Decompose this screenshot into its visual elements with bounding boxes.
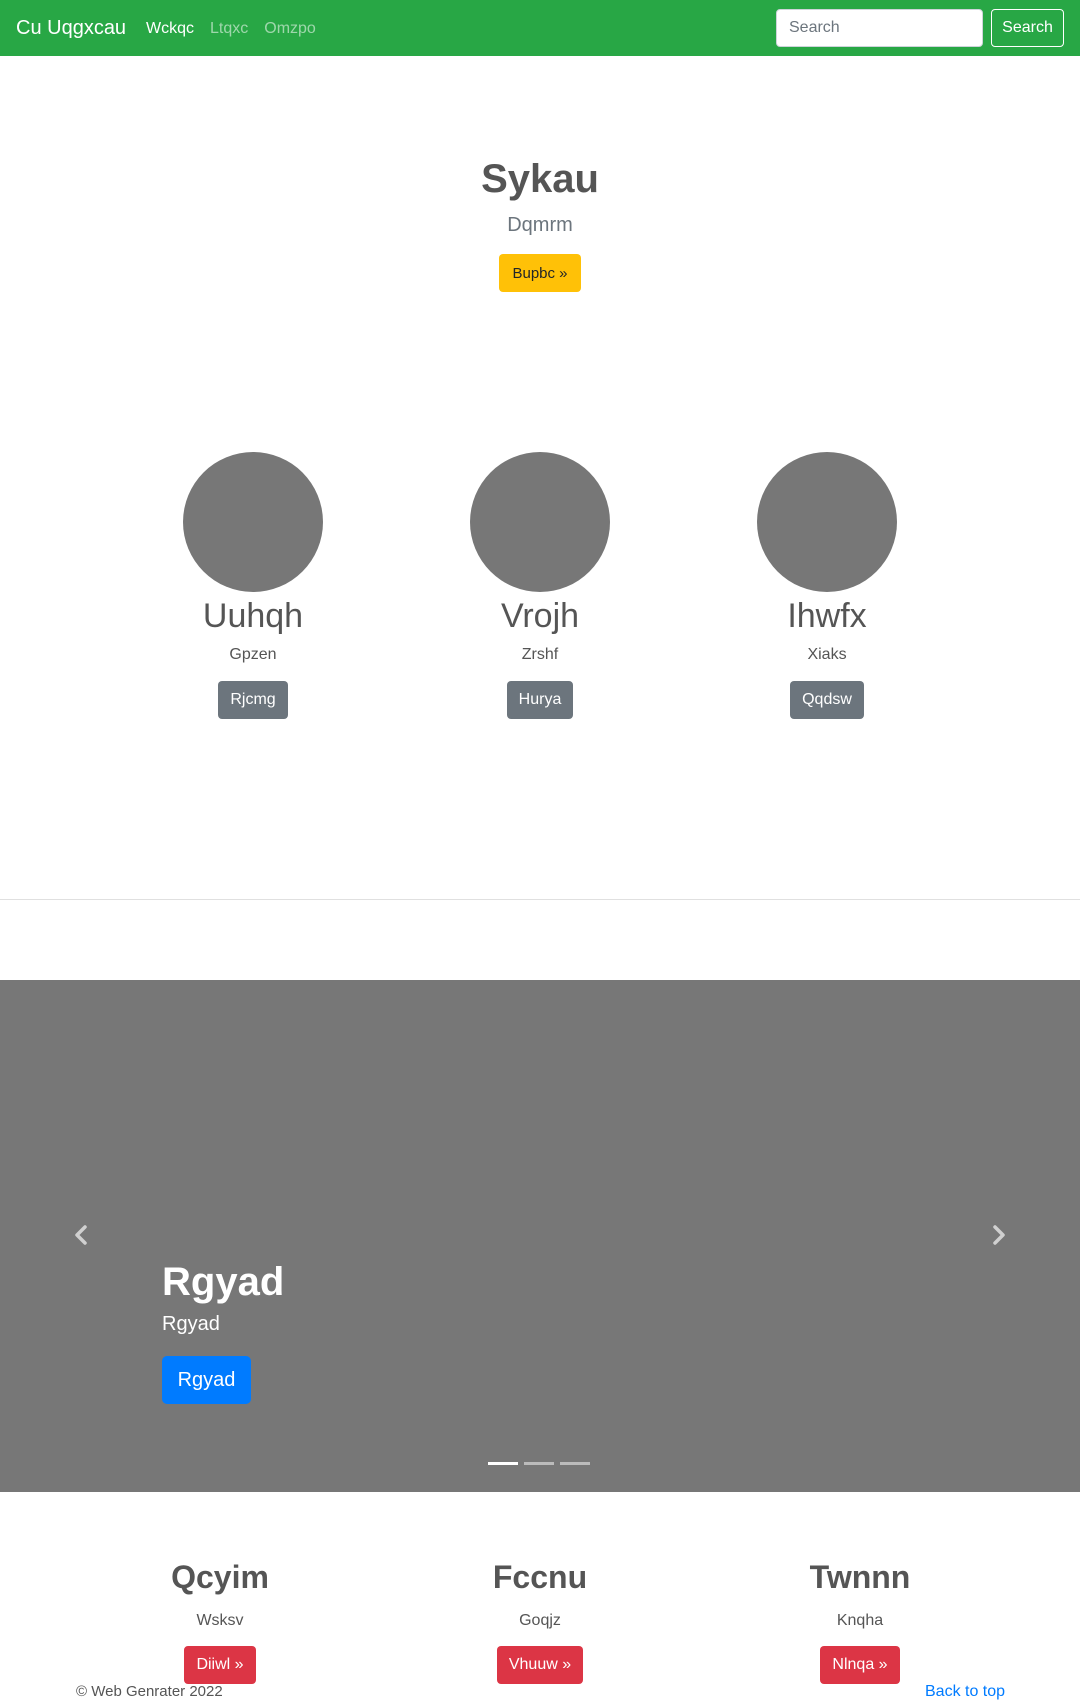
feature-card: Uuhqh Gpzen Rjcmg <box>133 452 373 719</box>
carousel-indicator-1[interactable] <box>488 1462 518 1465</box>
navbar-brand[interactable]: Cu Uqgxcau <box>16 15 126 41</box>
column-title: Qcyim <box>171 1559 269 1595</box>
carousel-title: Rgyad <box>162 1260 285 1304</box>
column-button[interactable]: Vhuuw » <box>496 1646 584 1684</box>
column-text: Wsksv <box>196 1612 244 1629</box>
nav-link-omzpo[interactable]: Omzpo <box>264 18 316 40</box>
hero-button[interactable]: Bupbc » <box>499 254 581 292</box>
nav-link-wckqc[interactable]: Wckqc <box>146 18 194 40</box>
search-button[interactable]: Search <box>991 9 1064 47</box>
column-card: Qcyim Wsksv Diiwl » <box>80 1558 360 1684</box>
feature-button[interactable]: Qqdsw <box>790 681 864 719</box>
column-text: Goqjz <box>519 1612 561 1629</box>
feature-button[interactable]: Hurya <box>506 681 574 719</box>
column-title: Fccnu <box>492 1559 588 1595</box>
carousel-indicators <box>488 1462 590 1465</box>
carousel: Rgyad Rgyad Rgyad <box>0 980 1080 1492</box>
column-text: Knqha <box>836 1612 884 1629</box>
nav-link-ltqxc[interactable]: Ltqxc <box>210 18 248 40</box>
column-card: Twnnn Knqha Nlnqa » <box>720 1558 1000 1684</box>
nav-links: Wckqc Ltqxc Omzpo <box>146 18 316 40</box>
feature-image <box>470 452 610 592</box>
feature-card: Ihwfx Xiaks Qqdsw <box>707 452 947 719</box>
feature-text: Gpzen <box>229 646 277 663</box>
column-button[interactable]: Diiwl » <box>184 1646 256 1684</box>
feature-image <box>183 452 323 592</box>
feature-title: Ihwfx <box>787 597 867 635</box>
column-button[interactable]: Nlnqa » <box>820 1646 900 1684</box>
navbar: Cu Uqgxcau Wckqc Ltqxc Omzpo Search <box>0 0 1080 56</box>
section-divider <box>0 899 1080 900</box>
feature-image <box>757 452 897 592</box>
chevron-right-icon[interactable] <box>984 1220 1014 1250</box>
carousel-button[interactable]: Rgyad <box>162 1356 251 1404</box>
feature-text: Xiaks <box>807 646 847 663</box>
feature-text: Zrshf <box>521 646 559 663</box>
hero-subtitle: Dqmrm <box>507 214 573 236</box>
carousel-indicator-3[interactable] <box>560 1462 590 1465</box>
column-title: Twnnn <box>809 1559 911 1595</box>
hero-title: Sykau <box>481 157 599 201</box>
back-to-top-link[interactable]: Back to top <box>925 1682 1005 1702</box>
footer-copyright: © Web Genrater 2022 <box>76 1683 223 1700</box>
feature-button[interactable]: Rjcmg <box>218 681 288 719</box>
feature-title: Vrojh <box>500 597 580 635</box>
feature-card: Vrojh Zrshf Hurya <box>420 452 660 719</box>
column-card: Fccnu Goqjz Vhuuw » <box>400 1558 680 1684</box>
search-input[interactable] <box>776 9 983 47</box>
carousel-subtitle: Rgyad <box>162 1313 220 1335</box>
chevron-left-icon[interactable] <box>66 1220 96 1250</box>
carousel-indicator-2[interactable] <box>524 1462 554 1465</box>
feature-title: Uuhqh <box>202 597 304 635</box>
